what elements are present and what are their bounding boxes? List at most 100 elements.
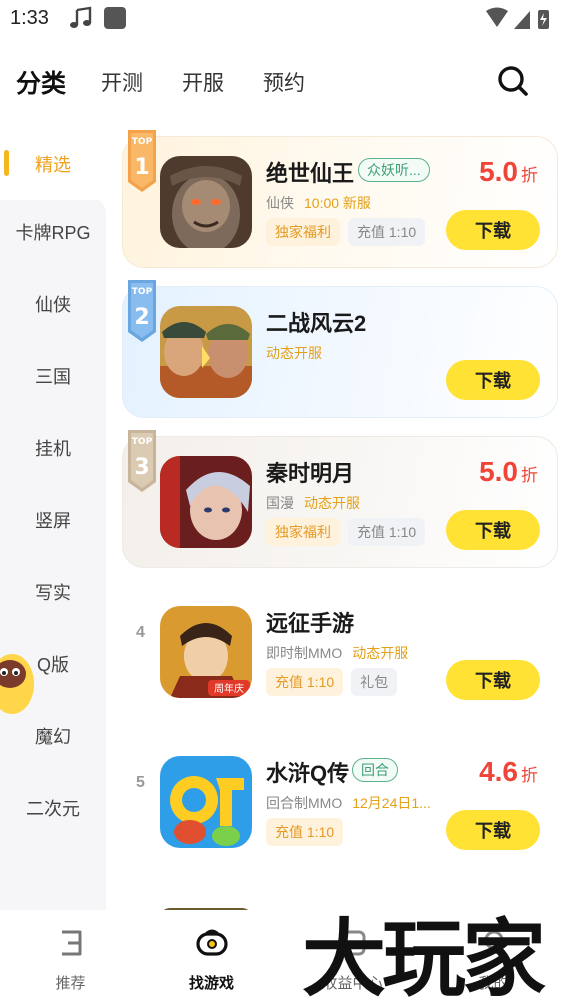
game-tags: 独家福利 充值 1:10 [266, 218, 426, 246]
tag-recharge-ratio: 充值 1:10 [266, 818, 344, 846]
tag-recharge-ratio: 充值 1:10 [348, 218, 426, 246]
game-meta: 回合制MMO 12月24日1... [266, 793, 431, 813]
game-meta: 即时制MMO 动态开服 [266, 643, 408, 663]
discount-label: 5.0 折 [479, 456, 538, 487]
sidebar-item-label: 写实 [35, 583, 71, 603]
game-category: 国漫 [266, 495, 294, 511]
game-name: 水浒Q传 [266, 761, 350, 786]
game-meta: 仙侠 10:00 新服 [266, 193, 371, 213]
sidebar-item-label: 仙侠 [35, 295, 71, 315]
tag-recharge-ratio: 充值 1:10 [266, 668, 344, 696]
sidebar-item-xianxia[interactable]: 仙侠 [0, 268, 106, 340]
svg-text:TOP: TOP [132, 437, 153, 447]
system-status-icons [486, 7, 549, 29]
top-rank-badge: TOP 3 [128, 430, 156, 492]
game-server-event: 动态开服 [352, 645, 409, 661]
sidebar-item-label: 挂机 [35, 439, 71, 459]
game-tags: 独家福利 充值 1:10 [266, 518, 426, 546]
game-server-event: 动态开服 [266, 345, 322, 361]
discount-label: 5.0 折 [479, 156, 538, 187]
sidebar-item-card-rpg[interactable]: 卡牌RPG [0, 196, 106, 268]
game-meta: 国漫 动态开服 [266, 493, 360, 513]
game-category: 回合制MMO [266, 795, 343, 811]
top-nav: 分类 开测 开服 预约 [0, 52, 564, 112]
search-icon[interactable] [496, 64, 530, 98]
sidebar-item-featured[interactable]: 精选 [0, 128, 106, 200]
svg-text:大玩家: 大玩家 [302, 910, 546, 1004]
download-button[interactable]: 下载 [446, 360, 540, 400]
tag-gift-pack: 礼包 [351, 668, 398, 696]
top-rank-badge: TOP 1 [128, 130, 156, 192]
game-icon-erzhan[interactable] [160, 306, 252, 398]
download-button[interactable]: 下载 [446, 510, 540, 550]
bottom-tab-label: 找游戏 [188, 975, 234, 992]
tab-new-server[interactable]: 开服 [182, 67, 224, 97]
category-sidebar: 精选 卡牌RPG 仙侠 三国 挂机 竖屏 写实 Q版 魔幻 二次元 [0, 128, 106, 910]
game-icon-juesheng[interactable] [160, 156, 252, 248]
discount-label: 4.6 折 [479, 756, 538, 787]
rank-number: 4 [136, 624, 145, 641]
svg-text:2: 2 [134, 305, 149, 330]
svg-text:3: 3 [134, 455, 149, 480]
tab-category[interactable]: 分类 [16, 64, 66, 100]
download-button[interactable]: 下载 [446, 210, 540, 250]
game-server-event: 12月24日1... [352, 795, 431, 811]
download-button[interactable]: 下载 [446, 660, 540, 700]
status-time: 1:33 [10, 7, 49, 29]
game-card[interactable]: 5 水浒Q传 回合 回合制MMO 12月24日1... 充值 1:10 4.6 折 … [122, 736, 558, 868]
tag-exclusive-benefit: 独家福利 [266, 518, 340, 546]
game-name-tag: 众妖听... [358, 158, 430, 182]
status-bar: 1:33 [0, 0, 564, 40]
game-list: TOP 1 绝世仙王 众妖听... 仙侠 10:00 新服 独家福利 充值 1:1… [122, 128, 558, 910]
game-name: 二战风云2 [266, 311, 367, 336]
tab-reservation[interactable]: 预约 [263, 67, 305, 97]
game-card[interactable]: 4 周年庆 远征手游 即时制MMO 动态开服 充值 1:10 礼包 下载 [122, 586, 558, 718]
download-button[interactable]: 下载 [446, 810, 540, 850]
game-card[interactable]: TOP 2 二战风云2 动态开服 下载 [122, 280, 558, 418]
tab-beta-test[interactable]: 开测 [101, 67, 143, 97]
sidebar-item-realistic[interactable]: 写实 [0, 556, 106, 628]
sidebar-item-label: 卡牌RPG [15, 223, 91, 243]
game-category: 仙侠 [266, 195, 294, 211]
sidebar-item-label: 二次元 [26, 799, 80, 819]
game-icon-yuanzheng[interactable]: 周年庆 [160, 606, 252, 698]
wifi-icon [486, 7, 508, 27]
game-name: 绝世仙王 [266, 161, 355, 186]
game-card[interactable]: TOP 1 绝世仙王 众妖听... 仙侠 10:00 新服 独家福利 充值 1:1… [122, 130, 558, 268]
game-name-tag: 回合 [352, 758, 398, 782]
notification-app-icon [104, 7, 126, 29]
sidebar-item-idle[interactable]: 挂机 [0, 412, 106, 484]
svg-text:TOP: TOP [132, 287, 153, 297]
tag-exclusive-benefit: 独家福利 [266, 218, 340, 246]
bottom-tab-recommend[interactable]: 推荐 [0, 910, 141, 1004]
sidebar-item-label: 竖屏 [35, 511, 71, 531]
music-note-icon [70, 6, 92, 28]
rank-number: 5 [136, 774, 145, 791]
svg-text:TOP: TOP [132, 137, 153, 147]
sidebar-item-three-kingdoms[interactable]: 三国 [0, 340, 106, 412]
svg-text:1: 1 [134, 155, 149, 180]
game-tags: 充值 1:10 [266, 818, 344, 846]
sidebar-item-vertical[interactable]: 竖屏 [0, 484, 106, 556]
game-meta: 动态开服 [266, 343, 322, 363]
watermark-logo: 大玩家 [302, 910, 550, 1004]
svg-text:周年庆: 周年庆 [214, 682, 244, 695]
game-tags: 充值 1:10 礼包 [266, 668, 398, 696]
game-name: 远征手游 [266, 611, 355, 636]
game-server-event: 动态开服 [304, 495, 360, 511]
bottom-tab-find-game[interactable]: 找游戏 [141, 910, 282, 1004]
game-category: 即时制MMO [266, 645, 343, 661]
game-icon-qinshi[interactable] [160, 456, 252, 548]
game-card[interactable]: TOP 3 秦时明月 国漫 动态开服 独家福利 充值 1:10 5.0 折 下载 [122, 430, 558, 568]
bottom-tab-label: 推荐 [55, 975, 86, 992]
sidebar-item-label: 三国 [35, 367, 71, 387]
floating-mascot-icon[interactable] [0, 648, 38, 720]
sidebar-item-label: 精选 [35, 155, 71, 175]
sidebar-item-anime[interactable]: 二次元 [0, 772, 106, 844]
recommend-icon [61, 930, 81, 956]
signal-icon [514, 11, 530, 29]
game-name: 秦时明月 [266, 461, 355, 486]
game-icon-shuihu[interactable] [160, 756, 252, 848]
tag-recharge-ratio: 充值 1:10 [348, 518, 426, 546]
active-indicator [4, 150, 9, 176]
